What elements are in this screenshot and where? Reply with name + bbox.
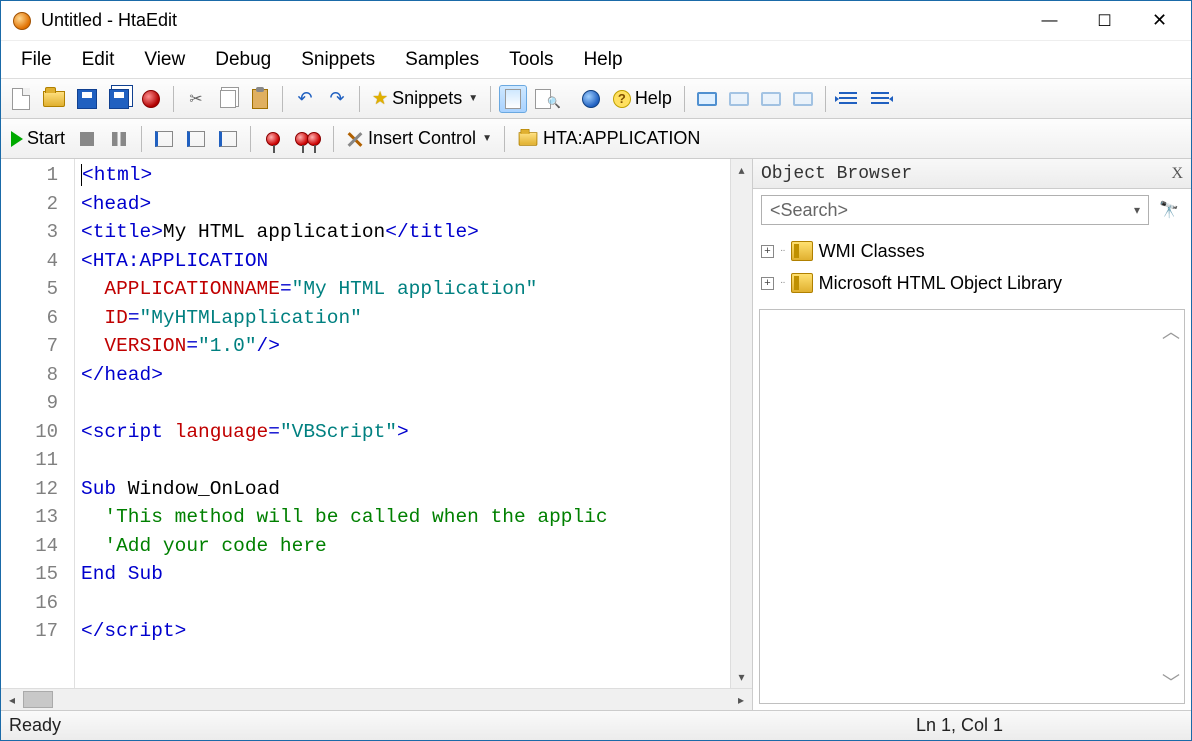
object-browser-header: Object Browser X <box>753 159 1191 189</box>
search-go-button[interactable]: 🔭 <box>1155 196 1183 224</box>
scroll-right-icon[interactable]: ▸ <box>730 689 752 710</box>
panel-close-icon[interactable]: X <box>1171 165 1183 183</box>
object-browser-title: Object Browser <box>761 164 912 184</box>
design-view-button[interactable] <box>499 85 527 113</box>
object-browser-search[interactable]: <Search> ▾ <box>761 195 1149 225</box>
breakpoint-button[interactable] <box>259 125 287 153</box>
object-browser-pane: Object Browser X <Search> ▾ 🔭 +··WMI Cla… <box>753 159 1191 710</box>
menu-snippets[interactable]: Snippets <box>287 45 389 75</box>
browser-preview-button[interactable] <box>577 85 605 113</box>
minimize-button[interactable]: — <box>1022 3 1077 39</box>
scroll-left-icon[interactable]: ◂ <box>1 689 23 710</box>
start-button[interactable]: Start <box>7 125 69 153</box>
step-out-button[interactable] <box>214 125 242 153</box>
redo-button[interactable]: ↷ <box>323 85 351 113</box>
tree-item[interactable]: +··Microsoft HTML Object Library <box>761 267 1183 299</box>
toolbar-main: ✂ ↶ ↷ ★ Snippets ▼ 🔍 ? Help <box>1 79 1191 119</box>
open-file-button[interactable] <box>39 85 69 113</box>
expand-icon[interactable]: + <box>761 277 774 290</box>
status-left: Ready <box>9 715 61 736</box>
menu-bar: FileEditViewDebugSnippetsSamplesToolsHel… <box>1 41 1191 79</box>
step-over-button[interactable] <box>182 125 210 153</box>
window-layout-4-button[interactable] <box>789 85 817 113</box>
undo-button[interactable]: ↶ <box>291 85 319 113</box>
window-layout-2-button[interactable] <box>725 85 753 113</box>
expand-icon[interactable]: + <box>761 245 774 258</box>
library-icon <box>791 273 813 293</box>
maximize-button[interactable]: ☐ <box>1077 3 1132 39</box>
menu-tools[interactable]: Tools <box>495 45 567 75</box>
status-bar: Ready Ln 1, Col 1 <box>1 710 1191 740</box>
horizontal-scrollbar[interactable]: ◂ ▸ <box>1 688 752 710</box>
tree-item[interactable]: +··WMI Classes <box>761 235 1183 267</box>
pause-button[interactable] <box>105 125 133 153</box>
code-area: 1234567891011121314151617 <html><head><t… <box>1 159 752 688</box>
cut-button[interactable]: ✂ <box>182 85 210 113</box>
new-file-button[interactable] <box>7 85 35 113</box>
scroll-up-icon[interactable]: ︿ <box>1162 318 1180 344</box>
window-layout-3-button[interactable] <box>757 85 785 113</box>
main-area: 1234567891011121314151617 <html><head><t… <box>1 159 1191 710</box>
copy-button[interactable] <box>214 85 242 113</box>
step-into-button[interactable] <box>150 125 178 153</box>
window-title: Untitled - HtaEdit <box>41 10 177 31</box>
scroll-down-icon[interactable]: ﹀ <box>1162 669 1180 695</box>
tree-item-label: Microsoft HTML Object Library <box>819 267 1062 299</box>
menu-help[interactable]: Help <box>569 45 636 75</box>
help-button[interactable]: ? Help <box>609 85 676 113</box>
line-gutter: 1234567891011121314151617 <box>1 159 75 688</box>
chevron-down-icon[interactable]: ▾ <box>1134 203 1140 217</box>
paste-button[interactable] <box>246 85 274 113</box>
object-tree: +··WMI Classes+··Microsoft HTML Object L… <box>753 231 1191 303</box>
toolbar-debug: Start Insert Control ▼ HTA:APPLICATION <box>1 119 1191 159</box>
scroll-down-icon[interactable]: ▾ <box>731 666 752 688</box>
vertical-scrollbar[interactable]: ▴ ▾ <box>730 159 752 688</box>
hscroll-thumb[interactable] <box>23 691 53 708</box>
breakpoints-button[interactable] <box>291 125 325 153</box>
code-editor[interactable]: <html><head><title>My HTML application</… <box>75 159 730 688</box>
record-button[interactable] <box>137 85 165 113</box>
editor-pane: 1234567891011121314151617 <html><head><t… <box>1 159 753 710</box>
search-placeholder: <Search> <box>770 200 848 221</box>
menu-edit[interactable]: Edit <box>68 45 129 75</box>
app-icon <box>13 12 31 30</box>
menu-debug[interactable]: Debug <box>201 45 285 75</box>
title-bar: Untitled - HtaEdit — ☐ ✕ <box>1 1 1191 41</box>
menu-file[interactable]: File <box>7 45 66 75</box>
menu-samples[interactable]: Samples <box>391 45 493 75</box>
menu-view[interactable]: View <box>130 45 199 75</box>
outdent-button[interactable] <box>834 85 862 113</box>
object-detail-pane: ︿ ﹀ <box>759 309 1185 704</box>
insert-control-dropdown[interactable]: Insert Control ▼ <box>342 125 496 153</box>
stop-button[interactable] <box>73 125 101 153</box>
status-cursor-position: Ln 1, Col 1 <box>916 715 1003 736</box>
find-button[interactable]: 🔍 <box>531 85 573 113</box>
scroll-up-icon[interactable]: ▴ <box>731 159 752 181</box>
close-button[interactable]: ✕ <box>1132 3 1187 39</box>
window-layout-1-button[interactable] <box>693 85 721 113</box>
tree-item-label: WMI Classes <box>819 235 925 267</box>
hta-application-button[interactable]: HTA:APPLICATION <box>513 125 704 153</box>
library-icon <box>791 241 813 261</box>
save-button[interactable] <box>73 85 101 113</box>
save-all-button[interactable] <box>105 85 133 113</box>
snippets-dropdown[interactable]: ★ Snippets ▼ <box>368 85 482 113</box>
indent-button[interactable] <box>866 85 894 113</box>
